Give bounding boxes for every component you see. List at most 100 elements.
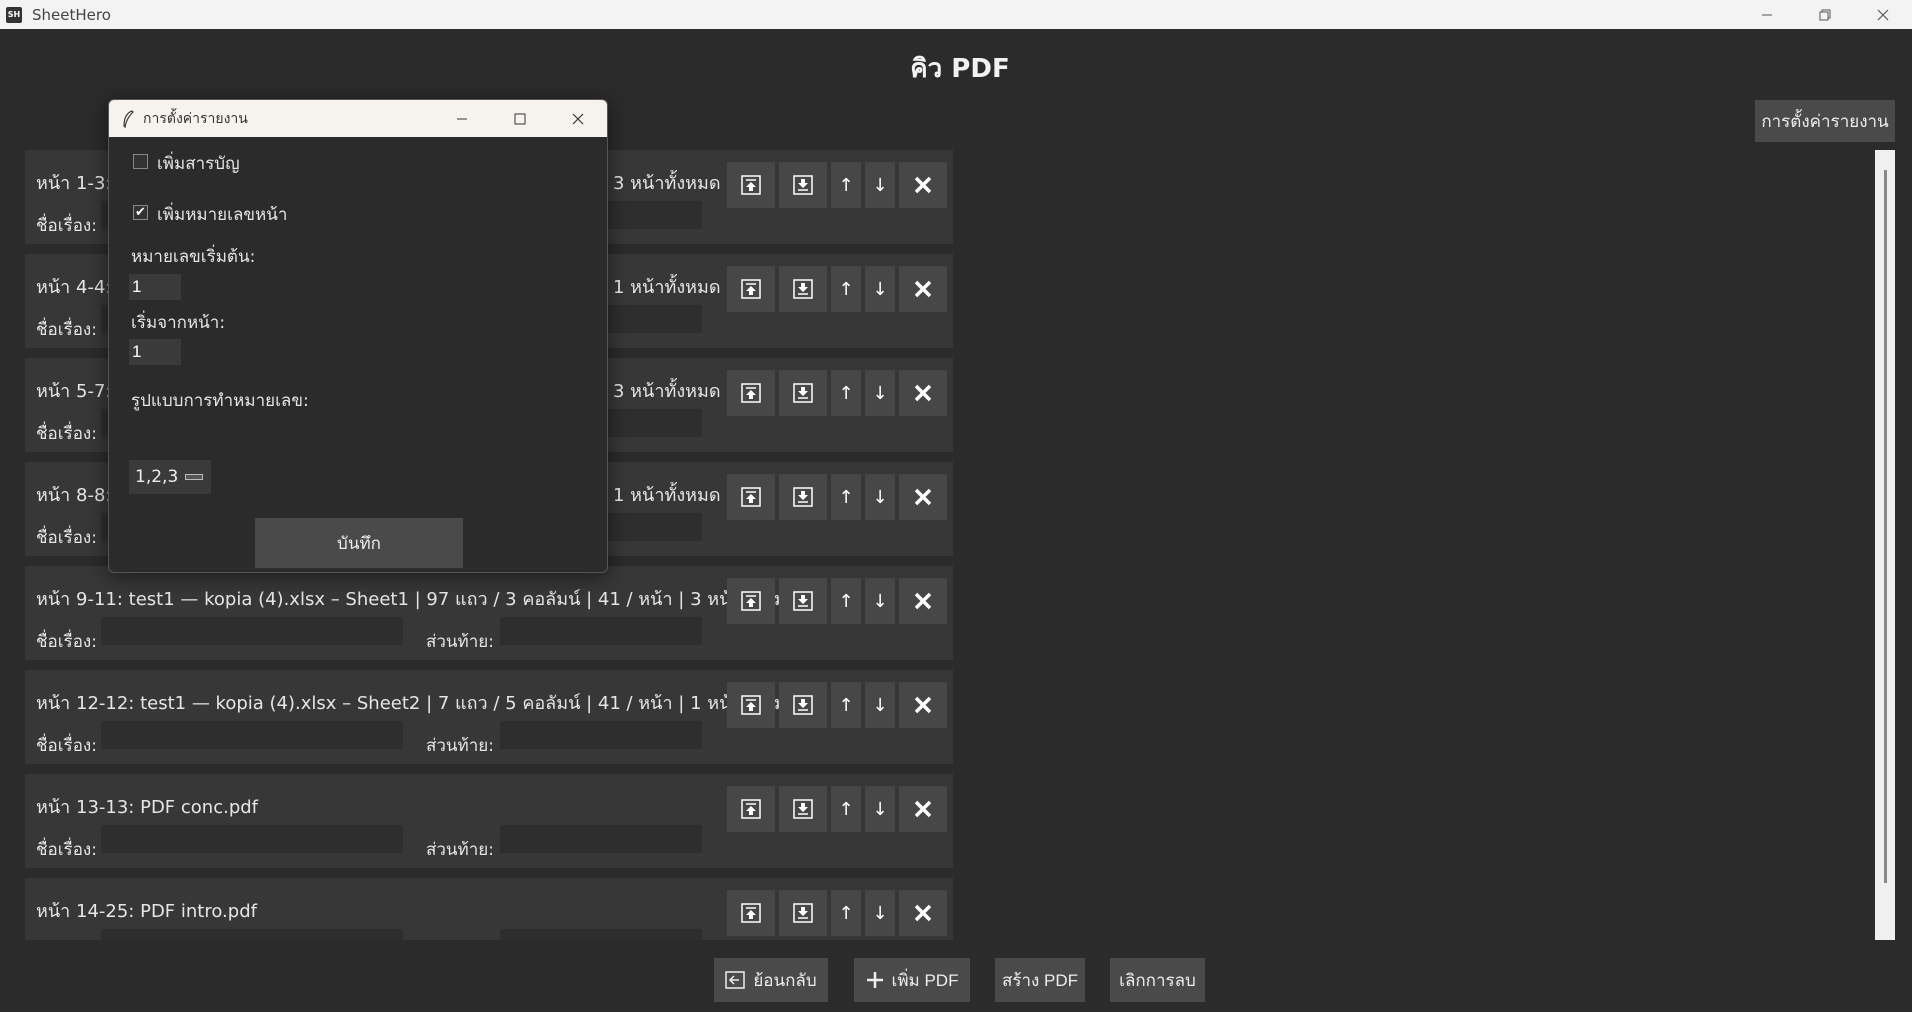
create-pdf-button[interactable]: สร้าง PDF — [995, 958, 1085, 1002]
move-down-button[interactable]: ↓ — [865, 578, 895, 624]
dialog-minimize-button[interactable] — [433, 100, 491, 137]
close-icon — [913, 175, 933, 195]
start-number-input[interactable] — [129, 274, 181, 300]
move-down-button[interactable]: ↓ — [865, 370, 895, 416]
start-page-label: เริ่มจากหน้า: — [131, 313, 226, 333]
remove-button[interactable] — [899, 578, 947, 624]
move-down-button[interactable]: ↓ — [865, 162, 895, 208]
move-to-top-button[interactable] — [727, 266, 775, 312]
queue-row-page-count: 1 หน้าทั้งหมด — [613, 485, 721, 506]
minimize-button[interactable] — [1738, 0, 1796, 29]
save-button[interactable]: บันทึก — [255, 518, 463, 568]
move-to-bottom-icon — [793, 695, 813, 715]
move-to-bottom-button[interactable] — [779, 578, 827, 624]
move-to-top-button[interactable] — [727, 890, 775, 936]
move-down-button[interactable]: ↓ — [865, 474, 895, 520]
footer-input[interactable] — [500, 617, 702, 645]
dialog-title: การตั้งค่ารายงาน — [143, 110, 248, 127]
window-title: SheetHero — [32, 5, 111, 24]
move-up-button[interactable]: ↑ — [831, 578, 861, 624]
queue-row-label: หน้า 9-11: test1 — kopia (4).xlsx – Shee… — [36, 589, 798, 610]
queue-row-label: หน้า 4-4: — [36, 277, 112, 298]
queue-row-page-count: 3 หน้าทั้งหมด — [613, 381, 721, 402]
remove-button[interactable] — [899, 474, 947, 520]
queue-row-label: หน้า 1-3: — [36, 173, 112, 194]
move-down-button[interactable]: ↓ — [865, 682, 895, 728]
footer-input[interactable] — [500, 929, 702, 940]
move-to-bottom-icon — [793, 903, 813, 923]
move-up-button[interactable]: ↑ — [831, 786, 861, 832]
move-to-bottom-button[interactable] — [779, 162, 827, 208]
remove-button[interactable] — [899, 162, 947, 208]
move-to-bottom-icon — [793, 487, 813, 507]
move-to-top-button[interactable] — [727, 162, 775, 208]
move-up-button[interactable]: ↑ — [831, 890, 861, 936]
scrollbar-thumb[interactable] — [1884, 170, 1887, 883]
number-format-select[interactable]: 1,2,3 — [129, 460, 211, 494]
move-to-top-button[interactable] — [727, 578, 775, 624]
move-to-bottom-button[interactable] — [779, 266, 827, 312]
title-input[interactable] — [101, 721, 403, 749]
cancel-button[interactable]: เลิกการลบ — [1110, 958, 1205, 1002]
queue-scrollbar[interactable] — [1875, 150, 1895, 940]
dialog-close-button[interactable] — [549, 100, 607, 137]
move-to-bottom-button[interactable] — [779, 370, 827, 416]
queue-row-label: หน้า 12-12: test1 — kopia (4).xlsx – She… — [36, 693, 798, 714]
title-input[interactable] — [101, 617, 403, 645]
move-to-top-button[interactable] — [727, 682, 775, 728]
move-to-top-icon — [741, 487, 761, 507]
move-to-bottom-icon — [793, 279, 813, 299]
queue-row-label: หน้า 5-7: — [36, 381, 112, 402]
title-input[interactable] — [101, 929, 403, 940]
close-icon — [913, 383, 933, 403]
move-up-button[interactable]: ↑ — [831, 682, 861, 728]
remove-button[interactable] — [899, 786, 947, 832]
add-toc-checkbox[interactable] — [133, 154, 148, 169]
move-to-top-icon — [741, 175, 761, 195]
add-toc-label: เพิ่มสารบัญ — [157, 154, 240, 174]
number-format-label: รูปแบบการทำหมายเลข: — [131, 391, 309, 411]
page-title: คิว PDF — [910, 54, 1010, 84]
move-to-top-button[interactable] — [727, 370, 775, 416]
report-settings-button[interactable]: การตั้งค่ารายงาน — [1755, 100, 1895, 142]
close-icon — [913, 591, 933, 611]
move-down-button[interactable]: ↓ — [865, 786, 895, 832]
restore-button[interactable] — [1796, 0, 1854, 29]
start-page-input[interactable] — [129, 339, 181, 365]
remove-button[interactable] — [899, 370, 947, 416]
close-icon — [913, 279, 933, 299]
move-to-bottom-button[interactable] — [779, 890, 827, 936]
add-page-numbers-checkbox[interactable]: ✔ — [133, 205, 148, 220]
close-icon — [913, 903, 933, 923]
move-to-bottom-button[interactable] — [779, 682, 827, 728]
move-to-bottom-icon — [793, 383, 813, 403]
dialog-maximize-button[interactable] — [491, 100, 549, 137]
move-to-bottom-button[interactable] — [779, 786, 827, 832]
move-down-button[interactable]: ↓ — [865, 890, 895, 936]
move-up-button[interactable]: ↑ — [831, 370, 861, 416]
remove-button[interactable] — [899, 890, 947, 936]
add-pdf-button[interactable]: เพิ่ม PDF — [854, 958, 970, 1002]
move-up-button[interactable]: ↑ — [831, 474, 861, 520]
footer-input[interactable] — [500, 721, 702, 749]
queue-row: หน้า 14-25: PDF intro.pdfชื่อเรื่อง:ส่วน… — [25, 878, 953, 940]
move-to-top-button[interactable] — [727, 474, 775, 520]
queue-row-page-count: 3 หน้าทั้งหมด — [613, 173, 721, 194]
move-down-button[interactable]: ↓ — [865, 266, 895, 312]
footer-input[interactable] — [500, 825, 702, 853]
remove-button[interactable] — [899, 682, 947, 728]
move-up-button[interactable]: ↑ — [831, 162, 861, 208]
title-field-label: ชื่อเรื่อง: — [36, 528, 97, 548]
title-field-label: ชื่อเรื่อง: — [36, 736, 97, 756]
start-number-label: หมายเลขเริ่มต้น: — [131, 247, 256, 267]
move-to-bottom-button[interactable] — [779, 474, 827, 520]
back-button[interactable]: ย้อนกลับ — [714, 958, 828, 1002]
move-to-top-icon — [741, 591, 761, 611]
title-input[interactable] — [101, 825, 403, 853]
remove-button[interactable] — [899, 266, 947, 312]
move-up-button[interactable]: ↑ — [831, 266, 861, 312]
move-to-top-icon — [741, 383, 761, 403]
move-to-top-button[interactable] — [727, 786, 775, 832]
feather-icon — [123, 109, 134, 128]
close-window-button[interactable] — [1854, 0, 1912, 29]
